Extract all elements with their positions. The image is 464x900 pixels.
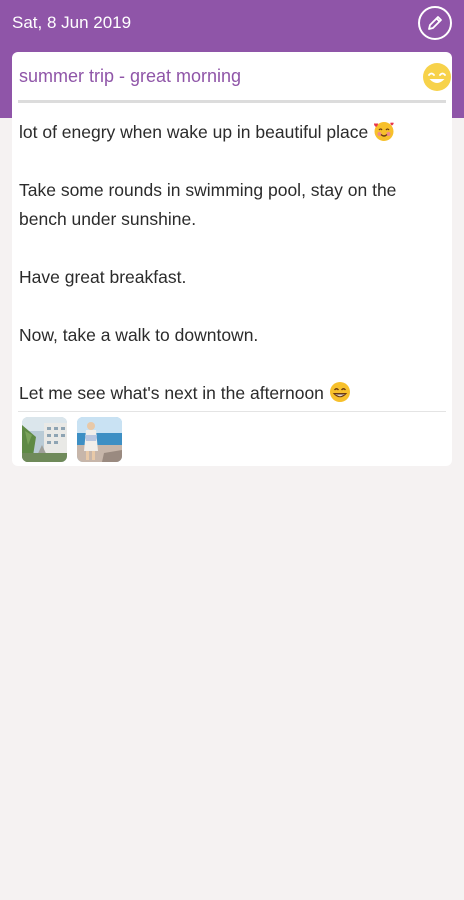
photos-divider <box>18 411 446 412</box>
entry-paragraph: lot of enegry when wake up in beautiful … <box>19 118 445 147</box>
resort-photo <box>22 417 67 462</box>
smiling-face-with-hearts-icon <box>374 122 394 141</box>
entry-body: lot of enegry when wake up in beautiful … <box>19 118 445 408</box>
entry-title: summer trip - great morning <box>19 66 242 86</box>
entry-paragraph: Take some rounds in swimming pool, stay … <box>19 180 397 229</box>
photo-thumbnail-resort[interactable] <box>22 417 67 462</box>
entry-date: Sat, 8 Jun 2019 <box>12 13 132 32</box>
photo-thumbnail-beach[interactable] <box>77 417 122 462</box>
entry-paragraph-text: lot of enegry when wake up in beautiful … <box>19 122 369 142</box>
beach-photo <box>77 417 122 462</box>
entry-paragraph: Let me see what's next in the afternoon <box>19 379 445 408</box>
title-divider <box>18 100 446 103</box>
entry-paragraph: Have great breakfast. <box>19 267 187 287</box>
edit-button[interactable] <box>418 6 452 40</box>
entry-paragraph-text: Let me see what's next in the afternoon <box>19 383 324 403</box>
grinning-face-icon <box>329 382 350 402</box>
pencil-icon <box>428 16 442 30</box>
entry-paragraph: Now, take a walk to downtown. <box>19 325 259 345</box>
entry-card[interactable]: summer trip - great morning lot of enegr… <box>12 52 452 466</box>
smiley-mood-icon <box>423 63 451 91</box>
